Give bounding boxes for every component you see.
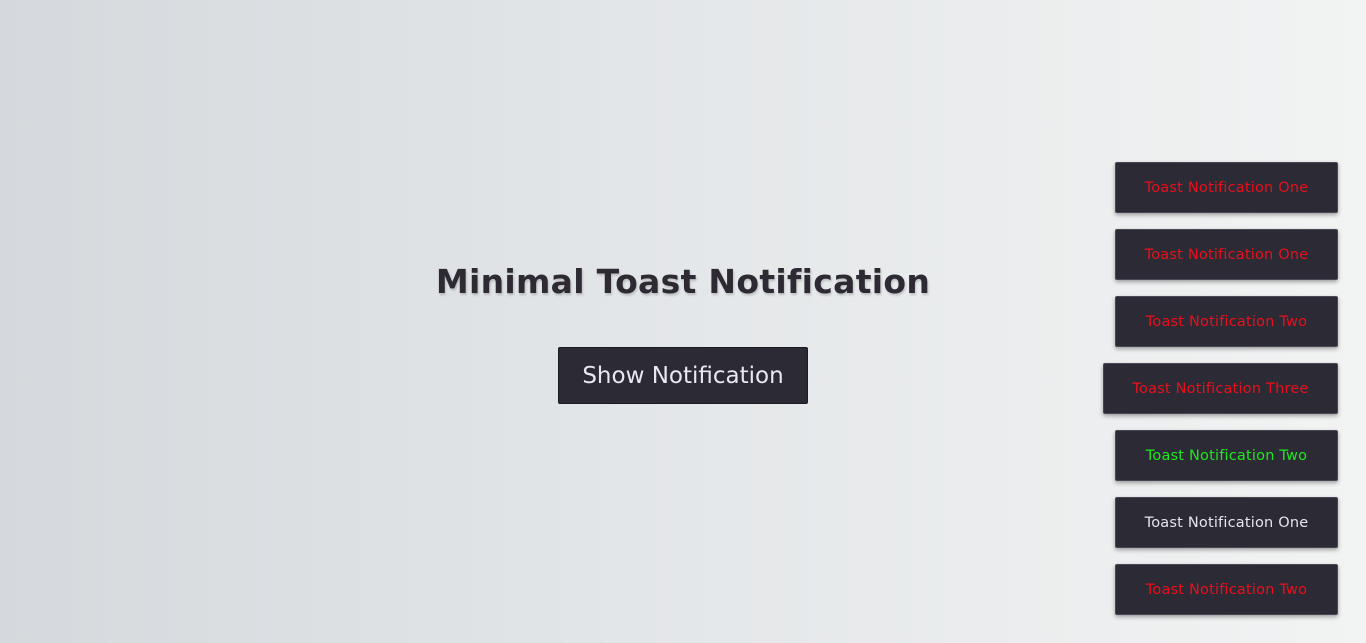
toast-notification[interactable]: Toast Notification One — [1115, 497, 1338, 548]
toast-notification[interactable]: Toast Notification Two — [1115, 296, 1338, 347]
toast-notification[interactable]: Toast Notification Two — [1115, 564, 1338, 615]
toast-notification[interactable]: Toast Notification One — [1115, 162, 1338, 213]
toast-notification[interactable]: Toast Notification Two — [1115, 430, 1338, 481]
toast-notification[interactable]: Toast Notification One — [1115, 229, 1338, 280]
toast-notification[interactable]: Toast Notification Three — [1103, 363, 1338, 414]
show-notification-button[interactable]: Show Notification — [558, 347, 808, 404]
